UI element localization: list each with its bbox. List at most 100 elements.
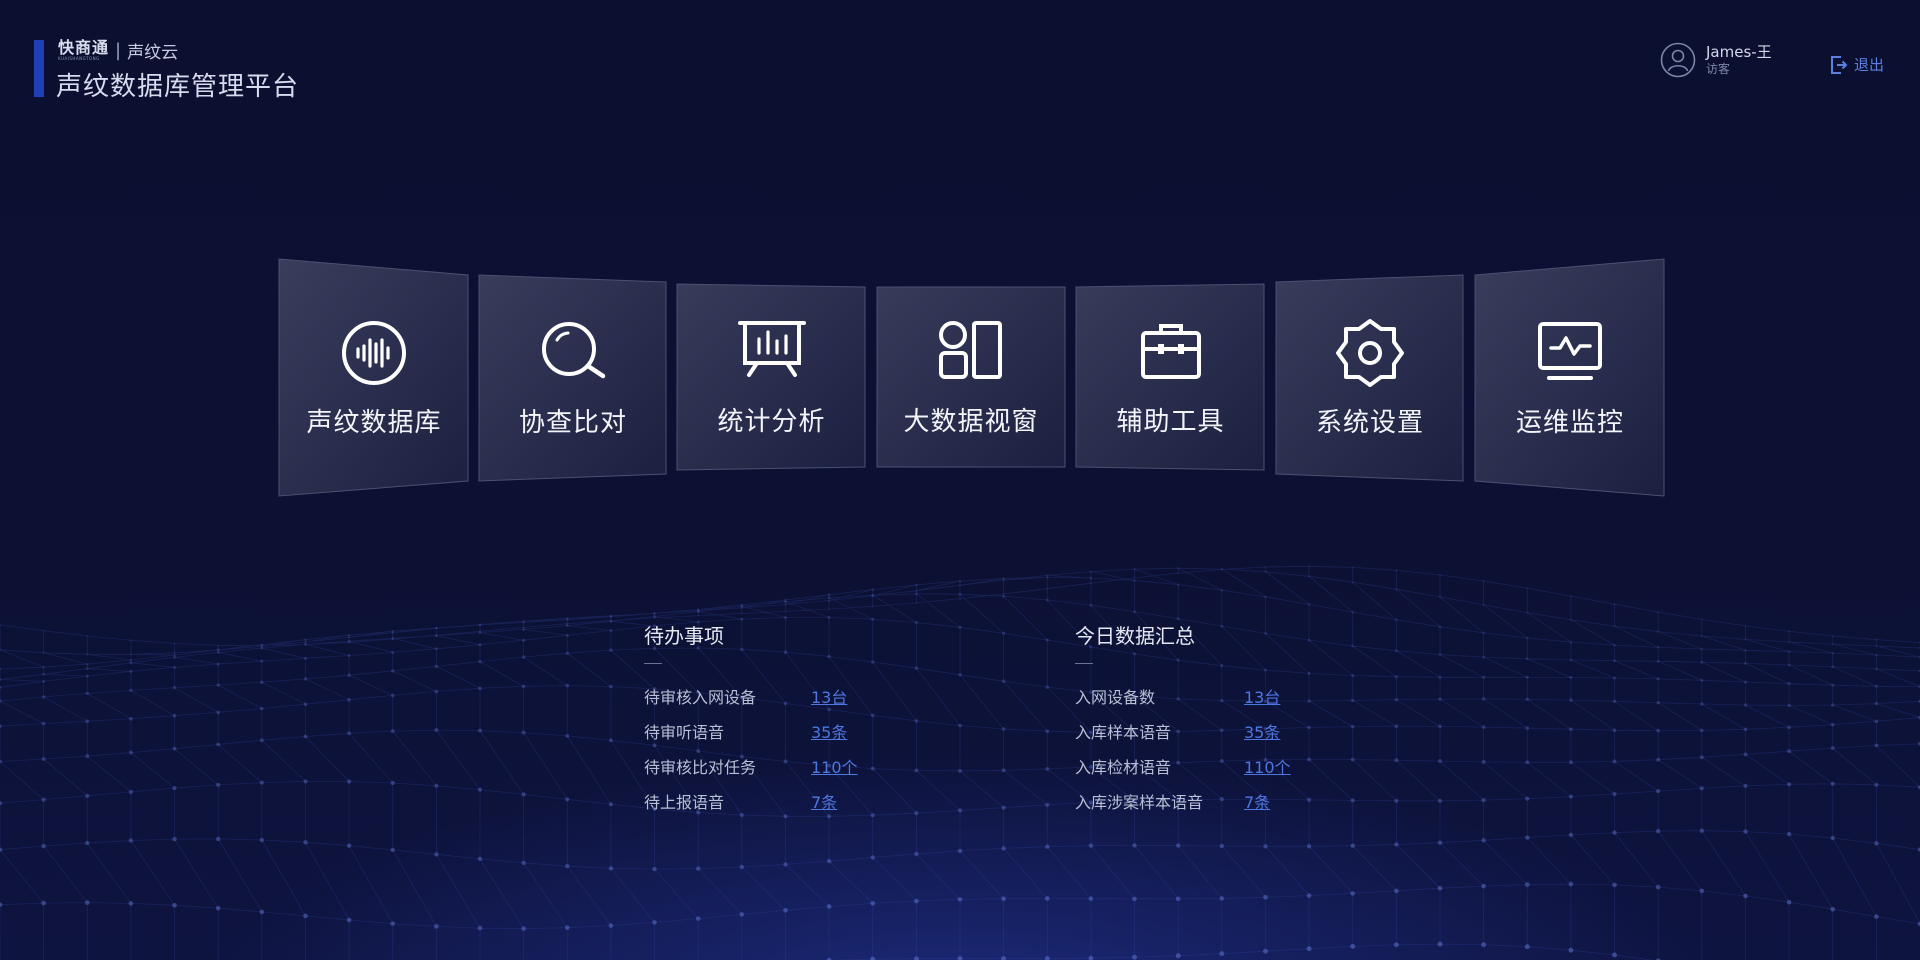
mesh-node	[216, 836, 221, 842]
mesh-node	[521, 792, 526, 797]
mesh-node	[1437, 885, 1443, 891]
module-card-tools[interactable]: 辅助工具	[1075, 283, 1266, 471]
module-card-settings[interactable]: 系统设置	[1275, 274, 1465, 482]
mesh-node	[129, 716, 133, 721]
mesh-node	[1395, 588, 1398, 591]
mesh-node	[1307, 671, 1311, 675]
todo-item-value-link[interactable]: 35条	[811, 719, 847, 743]
summary-item-label: 入库检材语音	[1075, 757, 1172, 777]
module-label: 统计分析	[717, 406, 826, 437]
mesh-node	[215, 905, 221, 911]
mesh-node	[216, 651, 220, 654]
mesh-node	[522, 621, 525, 624]
todo-title: 待办事项	[644, 624, 724, 648]
mesh-node	[1264, 595, 1267, 599]
mesh-node	[478, 728, 482, 733]
todo-item-value-link[interactable]: 7条	[811, 789, 837, 813]
mesh-node	[41, 843, 46, 849]
mesh-node	[129, 661, 133, 665]
mesh-node	[1787, 725, 1791, 730]
mesh-node	[1656, 701, 1660, 705]
mesh-node	[609, 684, 613, 689]
mesh-node	[1394, 675, 1398, 679]
mesh-node	[1744, 662, 1747, 665]
mesh-node	[1831, 703, 1835, 707]
mesh-node	[1874, 719, 1879, 724]
mesh-node	[1350, 943, 1356, 949]
mesh-node	[1699, 755, 1704, 760]
mesh-node	[1830, 746, 1835, 751]
list-item: 待审听语音 35条	[644, 713, 858, 748]
mesh-node	[41, 695, 46, 699]
page: 快商通 KUAISHANGTONG | 声纹云 声纹数据库管理平台 James-…	[0, 0, 1920, 960]
mesh-node	[391, 629, 394, 633]
summary-item-value-link[interactable]: 7条	[1244, 789, 1270, 813]
mesh-node	[1744, 624, 1747, 627]
mesh-node	[1219, 951, 1225, 957]
mesh-node	[914, 811, 919, 816]
mesh-node	[1569, 675, 1573, 679]
summary-item-value-link[interactable]: 110个	[1244, 754, 1291, 778]
logout-button[interactable]: 退出	[1830, 54, 1884, 75]
mesh-node	[1657, 630, 1660, 633]
mesh-node	[172, 786, 177, 791]
mesh-node	[260, 646, 264, 650]
mesh-node	[1831, 683, 1835, 687]
mesh-node	[958, 723, 962, 728]
mesh-node	[1875, 638, 1878, 641]
mesh-node	[129, 653, 133, 656]
todo-item-value-link[interactable]: 13台	[811, 684, 847, 708]
mesh-node	[1656, 677, 1660, 681]
mesh-node	[915, 583, 918, 587]
user-info[interactable]: James-王 访客	[1660, 42, 1772, 78]
mesh-node	[85, 667, 89, 670]
mesh-node	[390, 780, 395, 786]
mesh-node	[128, 901, 134, 906]
mesh-node	[477, 925, 483, 931]
mesh-node	[826, 904, 832, 909]
mesh-node	[1263, 844, 1268, 849]
mesh-node	[1175, 896, 1181, 902]
mesh-node	[957, 897, 963, 902]
mesh-node	[870, 813, 875, 818]
mesh-node	[434, 728, 439, 733]
mesh-node	[173, 656, 176, 659]
mesh-node	[871, 588, 874, 591]
module-card-monitoring[interactable]: 运维监控	[1474, 258, 1666, 498]
mesh-node	[1700, 660, 1704, 664]
module-card-cross-check[interactable]: 协查比对	[478, 274, 668, 482]
mesh-node	[1526, 611, 1529, 614]
summary-item-value-link[interactable]: 35条	[1244, 719, 1280, 743]
product-name: 声纹云	[127, 43, 179, 63]
todo-item-value-link[interactable]: 110个	[811, 754, 858, 778]
mesh-node	[435, 634, 438, 637]
mesh-node	[1875, 644, 1878, 648]
mesh-node	[1743, 752, 1748, 757]
mesh-node	[1524, 882, 1530, 887]
brand-accent-bar	[34, 40, 44, 97]
mesh-node	[1264, 570, 1267, 573]
module-card-statistics[interactable]: 统计分析	[676, 283, 867, 471]
mesh-node	[1351, 673, 1355, 678]
module-card-big-data[interactable]: 大数据视窗	[876, 286, 1066, 468]
mesh-node	[1568, 947, 1574, 953]
list-item: 入网设备数 13台	[1075, 678, 1291, 713]
mesh-node	[1569, 595, 1572, 598]
mesh-node	[303, 840, 308, 845]
mesh-node	[1525, 697, 1529, 701]
mesh-node	[1481, 883, 1486, 889]
summary-item-value-link[interactable]: 13台	[1244, 684, 1280, 708]
dashboard-layout-icon	[939, 320, 1002, 379]
mesh-node	[1264, 566, 1267, 568]
mesh-node	[259, 909, 265, 915]
mesh-node	[128, 838, 134, 843]
mesh-node	[958, 768, 962, 773]
mesh-node	[347, 639, 351, 643]
mesh-node	[1612, 952, 1617, 958]
mesh-node	[1743, 829, 1748, 834]
mesh-node	[1394, 758, 1399, 763]
module-card-voiceprint-db[interactable]: 声纹数据库	[278, 258, 470, 498]
mesh-node	[86, 635, 89, 637]
mesh-node	[42, 651, 45, 654]
mesh-node	[1656, 659, 1660, 663]
